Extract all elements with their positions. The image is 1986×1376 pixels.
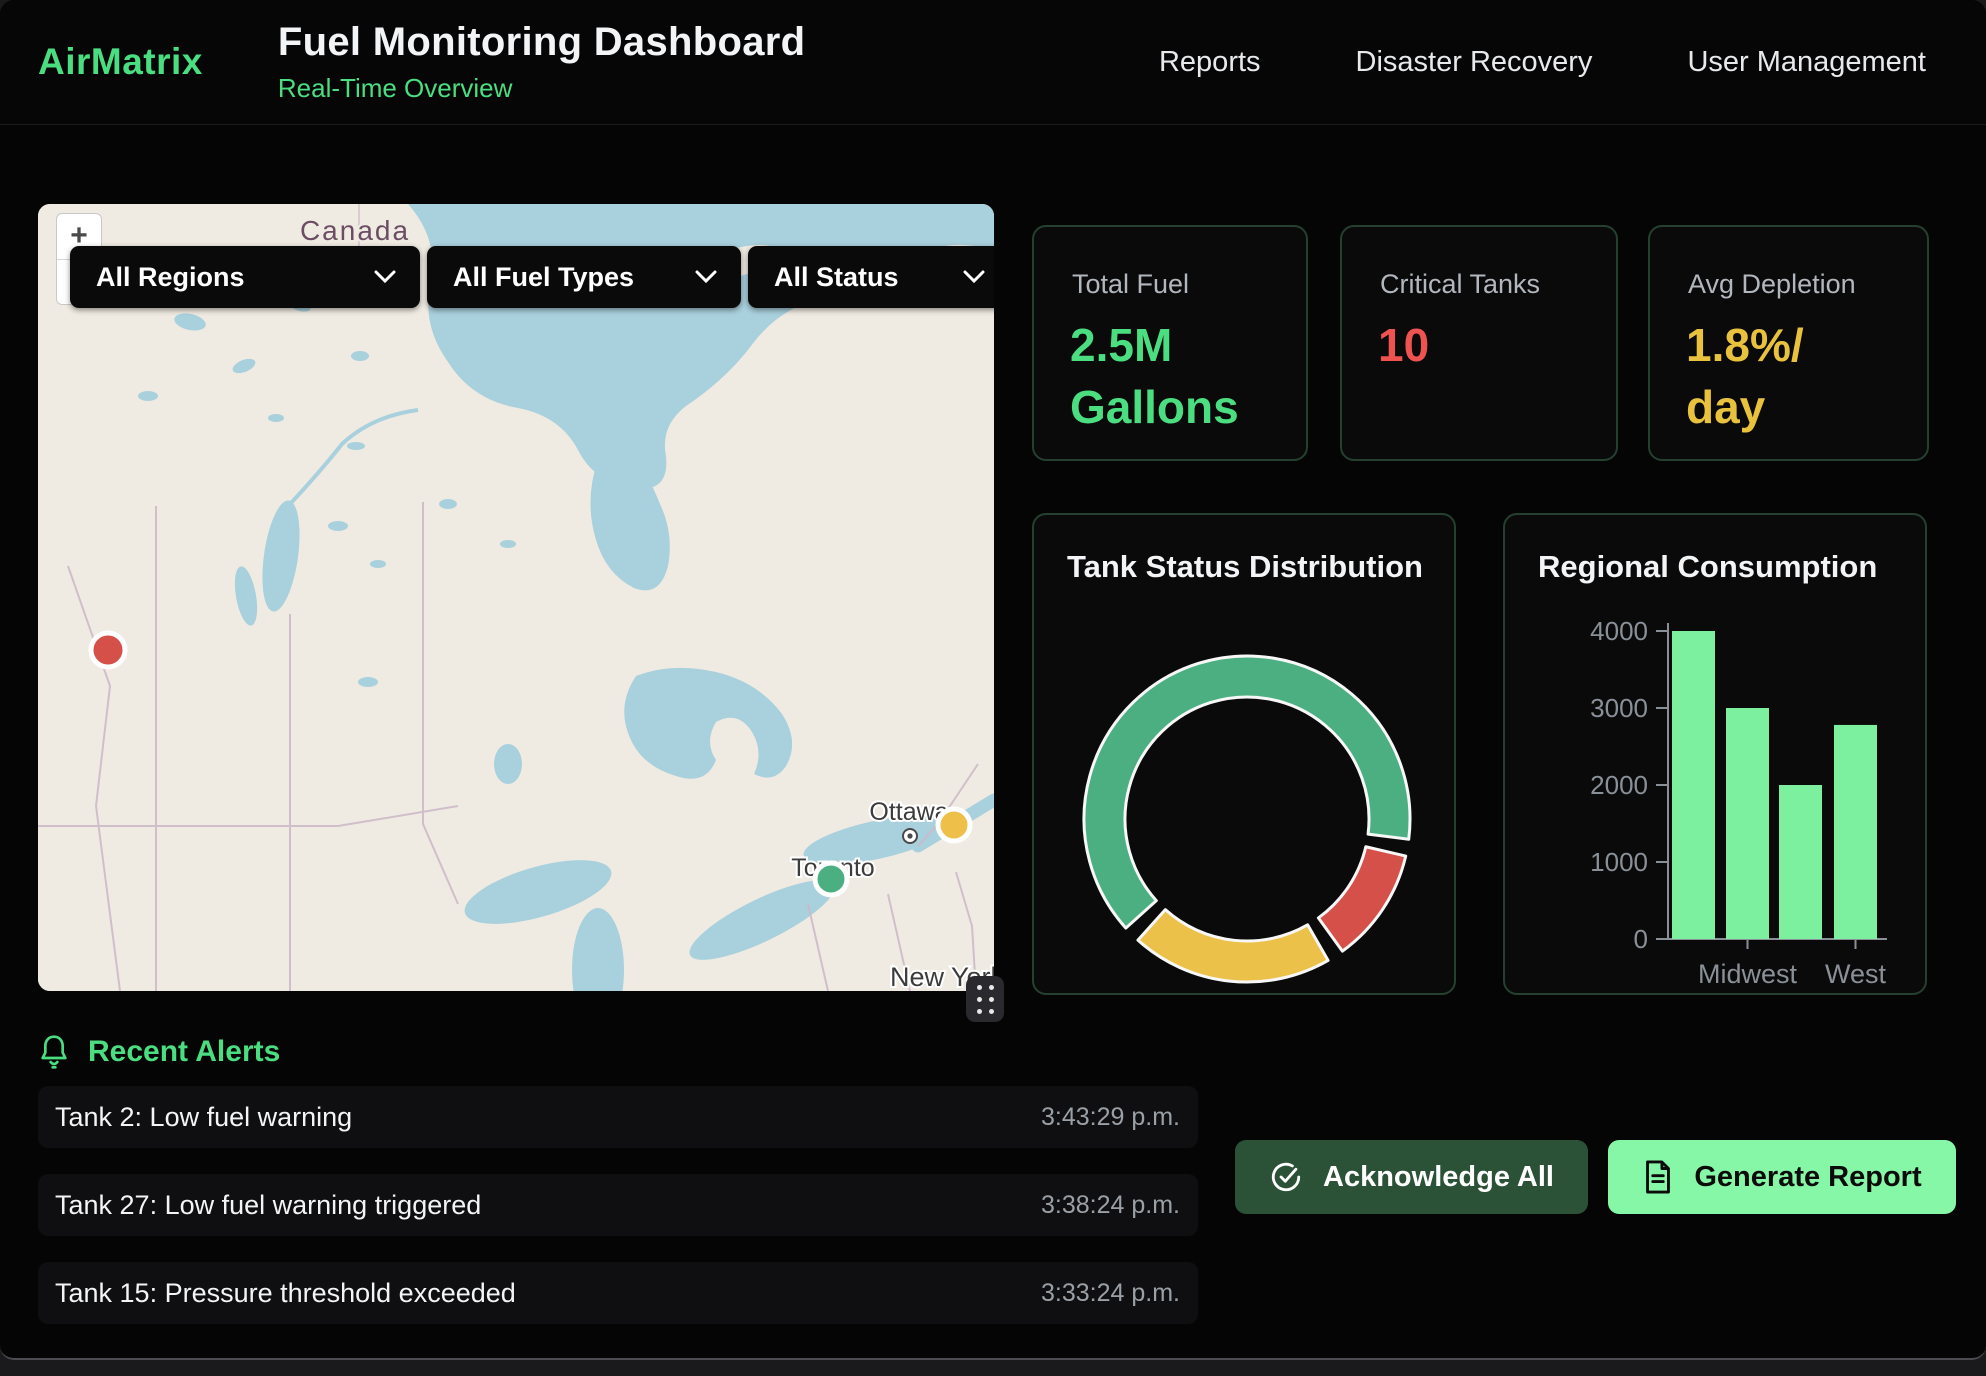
- alert-message: Tank 2: Low fuel warning: [55, 1102, 352, 1133]
- svg-text:West: West: [1825, 959, 1887, 989]
- map-label-country: Canada: [300, 215, 410, 246]
- tank-status-donut-chart: [1034, 515, 1454, 993]
- alert-timestamp: 3:38:24 p.m.: [1041, 1191, 1180, 1220]
- main-nav: Reports Disaster Recovery User Managemen…: [1159, 0, 1926, 124]
- status-filter-dropdown[interactable]: All Status: [748, 246, 994, 308]
- recent-alerts-header: Recent Alerts: [38, 1034, 280, 1070]
- fuel-type-filter-value: All Fuel Types: [453, 262, 634, 293]
- stat-label: Critical Tanks: [1380, 269, 1616, 300]
- stat-card-total-fuel: Total Fuel 2.5M Gallons: [1032, 225, 1308, 461]
- dashboard-stage: AirMatrix Fuel Monitoring Dashboard Real…: [0, 0, 1986, 1376]
- header: AirMatrix Fuel Monitoring Dashboard Real…: [0, 0, 1986, 125]
- svg-text:2000: 2000: [1590, 770, 1648, 800]
- chevron-down-icon: [963, 270, 985, 284]
- nav-user-management[interactable]: User Management: [1687, 46, 1926, 79]
- stat-label: Total Fuel: [1072, 269, 1306, 300]
- app-logo: AirMatrix: [38, 41, 203, 83]
- bell-icon: [38, 1034, 70, 1070]
- svg-text:3000: 3000: [1590, 693, 1648, 723]
- regional-consumption-panel: Regional Consumption 01000200030004000Mi…: [1503, 513, 1927, 995]
- svg-text:0: 0: [1634, 924, 1648, 954]
- ottawa-town-icon: [903, 829, 917, 843]
- generate-report-label: Generate Report: [1694, 1161, 1921, 1194]
- region-filter-value: All Regions: [96, 262, 245, 293]
- page-title: Fuel Monitoring Dashboard: [278, 20, 805, 65]
- app-window: AirMatrix Fuel Monitoring Dashboard Real…: [0, 0, 1986, 1360]
- stat-card-critical-tanks: Critical Tanks 10: [1340, 225, 1618, 461]
- nav-disaster-recovery[interactable]: Disaster Recovery: [1356, 46, 1593, 79]
- page-subtitle: Real-Time Overview: [278, 73, 805, 104]
- generate-report-button[interactable]: Generate Report: [1608, 1140, 1956, 1214]
- document-icon: [1642, 1160, 1674, 1194]
- alert-message: Tank 15: Pressure threshold exceeded: [55, 1278, 516, 1309]
- stat-value: 10: [1378, 314, 1548, 376]
- svg-text:4000: 4000: [1590, 616, 1648, 646]
- chevron-down-icon: [374, 270, 396, 284]
- tank-status-distribution-panel: Tank Status Distribution: [1032, 513, 1456, 995]
- alert-row[interactable]: Tank 2: Low fuel warning 3:43:29 p.m.: [38, 1086, 1198, 1148]
- nav-reports[interactable]: Reports: [1159, 46, 1261, 79]
- normal-tank-marker[interactable]: [815, 863, 847, 895]
- map-filters: All Regions All Fuel Types All Status: [70, 246, 994, 308]
- title-block: Fuel Monitoring Dashboard Real-Time Over…: [278, 20, 805, 104]
- warning-tank-marker[interactable]: [938, 809, 970, 841]
- map-canvas: Canada Ottawa Toronto New York: [38, 204, 994, 991]
- regional-consumption-bar-chart: 0 1000 2000 3000 4000 Midwest West: [1505, 515, 1925, 993]
- region-filter-dropdown[interactable]: All Regions: [70, 246, 420, 308]
- alert-timestamp: 3:43:29 p.m.: [1041, 1103, 1180, 1132]
- alert-row[interactable]: Tank 15: Pressure threshold exceeded 3:3…: [38, 1262, 1198, 1324]
- svg-text:Midwest: Midwest: [1698, 959, 1798, 989]
- alert-row[interactable]: Tank 27: Low fuel warning triggered 3:38…: [38, 1174, 1198, 1236]
- stat-label: Avg Depletion: [1688, 269, 1927, 300]
- check-circle-icon: [1269, 1160, 1303, 1194]
- critical-tank-marker[interactable]: [91, 633, 125, 667]
- alert-timestamp: 3:33:24 p.m.: [1041, 1279, 1180, 1308]
- stat-card-avg-depletion: Avg Depletion 1.8%/ day: [1648, 225, 1929, 461]
- map-resize-handle[interactable]: [966, 976, 1004, 1022]
- recent-alerts-title: Recent Alerts: [88, 1035, 280, 1069]
- alert-message: Tank 27: Low fuel warning triggered: [55, 1190, 481, 1221]
- tank-map[interactable]: Canada Ottawa Toronto New York + − All R…: [38, 204, 994, 991]
- status-filter-value: All Status: [774, 262, 899, 293]
- acknowledge-all-button[interactable]: Acknowledge All: [1235, 1140, 1588, 1214]
- stat-value: 1.8%/ day: [1686, 314, 1856, 438]
- stat-value: 2.5M Gallons: [1070, 314, 1240, 438]
- acknowledge-all-label: Acknowledge All: [1323, 1161, 1554, 1194]
- svg-text:1000: 1000: [1590, 847, 1648, 877]
- chevron-down-icon: [695, 270, 717, 284]
- fuel-type-filter-dropdown[interactable]: All Fuel Types: [427, 246, 741, 308]
